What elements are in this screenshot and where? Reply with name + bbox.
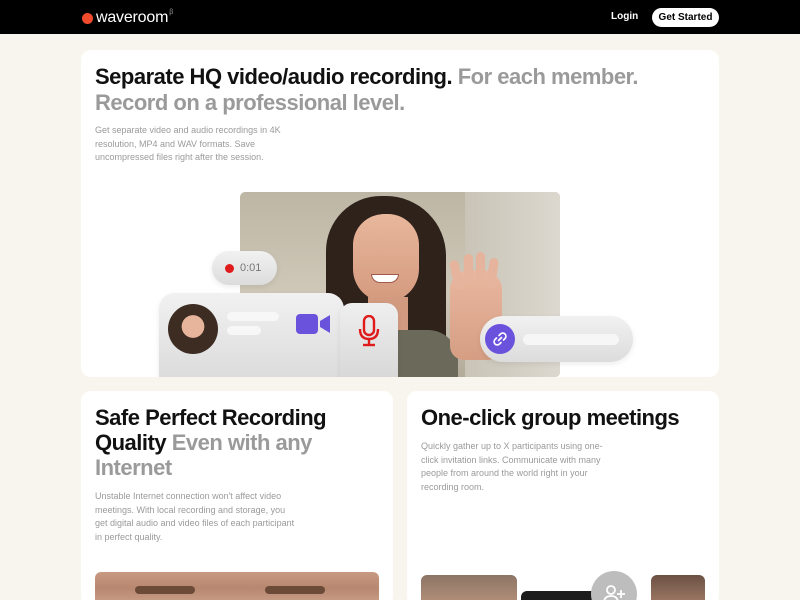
logo[interactable]: waveroom β — [82, 9, 173, 27]
participant-status-placeholder — [227, 326, 261, 335]
group-title: One-click group meetings — [421, 405, 680, 430]
link-icon — [485, 324, 515, 354]
recording-timer: 0:01 — [212, 251, 277, 285]
timer-value: 0:01 — [240, 262, 262, 274]
eyebrow — [265, 586, 325, 594]
participant-thumbnail — [521, 591, 601, 600]
logo-dot-icon — [82, 12, 93, 24]
get-started-button[interactable]: Get Started — [652, 8, 719, 27]
hero-card: Separate HQ video/audio recording. For e… — [81, 50, 719, 377]
beta-badge: β — [169, 9, 174, 16]
participant-name-placeholder — [227, 312, 279, 321]
video-camera-icon[interactable] — [296, 312, 330, 336]
invite-link-pill[interactable] — [480, 316, 633, 362]
eyebrow — [135, 586, 195, 594]
quality-title: Safe Perfect Recording Quality Even with… — [95, 405, 375, 480]
add-user-icon — [603, 585, 625, 600]
add-user-button[interactable] — [591, 571, 637, 600]
group-description: Quickly gather up to X participants usin… — [421, 441, 603, 492]
quality-description: Unstable Internet connection won't affec… — [95, 491, 295, 542]
participant-thumbnail — [421, 575, 517, 600]
login-link[interactable]: Login — [611, 11, 638, 22]
hero-title: Separate HQ video/audio recording. For e… — [95, 64, 695, 116]
hero-title-strong: Separate HQ video/audio recording. — [95, 64, 453, 89]
avatar — [168, 304, 218, 354]
person-face — [353, 214, 419, 302]
logo-text: waveroom — [96, 9, 169, 26]
microphone-icon — [358, 315, 380, 347]
record-dot-icon — [225, 263, 234, 273]
finger — [464, 254, 473, 284]
top-nav: waveroom β Login Get Started — [0, 0, 800, 34]
finger — [476, 252, 485, 282]
link-url-placeholder — [523, 334, 619, 345]
microphone-button[interactable] — [340, 303, 398, 377]
participant-thumbnail — [651, 575, 705, 600]
hero-description: Get separate video and audio recordings … — [95, 125, 281, 162]
group-card: One-click group meetings Quickly gather … — [407, 391, 719, 600]
quality-card: Safe Perfect Recording Quality Even with… — [81, 391, 393, 600]
participant-tile — [159, 293, 344, 377]
face-closeup-image — [95, 572, 379, 600]
finger — [448, 259, 465, 291]
participant-thumbnails — [421, 571, 705, 600]
